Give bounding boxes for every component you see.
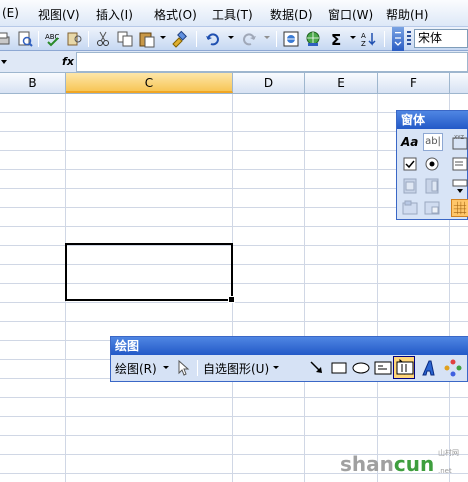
watermark-prefix: shan xyxy=(340,452,394,476)
drawing-toolbar-title[interactable]: 绘图 xyxy=(111,337,468,355)
list-box-icon[interactable] xyxy=(451,155,468,173)
menu-format[interactable]: 格式(O) xyxy=(154,6,197,23)
vertical-text-box-icon[interactable] xyxy=(395,358,415,378)
spelling-icon[interactable]: ABC xyxy=(44,30,62,48)
autosum-dropdown-icon[interactable] xyxy=(350,36,356,39)
format-painter-icon[interactable] xyxy=(170,30,188,48)
undo-dropdown-icon[interactable] xyxy=(228,36,234,39)
insert-function-icon[interactable]: fx xyxy=(60,52,76,72)
menu-bar: (E) 视图(V) 插入(I) 格式(O) 工具(T) 数据(D) 窗口(W) … xyxy=(0,0,468,27)
toolbar-separator xyxy=(276,31,277,47)
text-box-icon[interactable] xyxy=(373,358,393,378)
scroll-bar-icon xyxy=(403,178,417,194)
toolbar-separator xyxy=(38,31,39,47)
font-name-select[interactable]: 宋体 xyxy=(414,29,468,48)
research-globe-icon[interactable] xyxy=(304,30,322,48)
toolbar-separator xyxy=(384,31,385,47)
toolbar-grip-icon[interactable] xyxy=(407,31,411,47)
toolbar-separator xyxy=(197,360,198,376)
oval-icon[interactable] xyxy=(351,358,371,378)
toggle-grid-icon[interactable] xyxy=(451,199,468,217)
redo-dropdown-icon[interactable] xyxy=(264,36,270,39)
menu-data[interactable]: 数据(D) xyxy=(270,6,313,23)
menu-edit[interactable]: (E) xyxy=(2,6,19,20)
name-box-dropdown-icon[interactable] xyxy=(0,52,10,72)
autosum-icon[interactable]: Σ xyxy=(328,30,346,48)
cut-icon[interactable] xyxy=(94,30,112,48)
sort-ascending-icon[interactable]: AZ xyxy=(360,30,378,48)
edit-box-button[interactable]: ab| xyxy=(423,133,443,151)
draw-menu-dropdown-icon[interactable] xyxy=(163,366,169,369)
column-header-b[interactable]: B xyxy=(0,73,66,93)
rectangle-icon[interactable] xyxy=(329,358,349,378)
column-header-g[interactable] xyxy=(450,73,468,93)
menu-tools[interactable]: 工具(T) xyxy=(212,6,253,23)
site-watermark: shancun xyxy=(340,452,434,476)
option-button-icon[interactable] xyxy=(423,155,441,173)
column-header-d[interactable]: D xyxy=(233,73,305,93)
menu-help[interactable]: 帮助(H) xyxy=(386,6,428,23)
undo-icon[interactable] xyxy=(204,30,222,48)
toolbar-separator xyxy=(196,31,197,47)
menu-window[interactable]: 窗口(W) xyxy=(328,6,373,23)
forms-toolbar-title[interactable]: 窗体 xyxy=(397,111,468,129)
menu-insert[interactable]: 插入(I) xyxy=(96,6,133,23)
combo-box-icon[interactable] xyxy=(451,177,468,195)
copy-icon[interactable] xyxy=(116,30,134,48)
arrow-icon[interactable] xyxy=(307,358,327,378)
svg-text:Z: Z xyxy=(361,40,366,48)
watermark-subtitle: 山村网 xyxy=(438,449,459,457)
edit-code-icon xyxy=(424,201,440,215)
svg-text:A: A xyxy=(361,32,366,40)
control-properties-icon xyxy=(402,200,418,215)
column-headers: B C D E F xyxy=(0,73,468,94)
label-button[interactable]: Aa xyxy=(401,133,419,151)
print-icon[interactable] xyxy=(0,30,12,48)
svg-text:XYZ: XYZ xyxy=(454,135,464,141)
print-preview-icon[interactable] xyxy=(16,30,34,48)
diagram-icon[interactable] xyxy=(443,358,463,378)
paste-dropdown-icon[interactable] xyxy=(160,36,166,39)
drawing-toolbar: 绘图 绘图(R) 自选图形(U) xyxy=(110,336,468,382)
spinner-icon xyxy=(425,178,439,194)
formula-input[interactable] xyxy=(76,52,468,72)
watermark-suffix: cun xyxy=(393,452,435,476)
autoshapes-menu-button[interactable]: 自选图形(U) xyxy=(203,360,269,377)
menu-view[interactable]: 视图(V) xyxy=(38,6,80,23)
toolbar-separator xyxy=(88,31,89,47)
forms-toolbar: 窗体 Aa ab| XYZ xyxy=(396,110,468,220)
insert-hyperlink-icon[interactable] xyxy=(282,30,300,48)
svg-text:Σ: Σ xyxy=(331,31,341,48)
research-icon[interactable] xyxy=(66,30,84,48)
wordart-icon[interactable] xyxy=(419,358,439,378)
watermark-domain: .net xyxy=(438,467,452,475)
select-objects-icon[interactable] xyxy=(173,358,193,378)
paste-icon[interactable] xyxy=(138,30,156,48)
group-box-icon[interactable]: XYZ xyxy=(451,133,468,151)
column-header-f[interactable]: F xyxy=(378,73,450,93)
toolbar-options-chevron-icon[interactable] xyxy=(392,27,404,51)
redo-icon[interactable] xyxy=(240,30,258,48)
selected-cell[interactable] xyxy=(65,243,235,303)
autoshapes-dropdown-icon[interactable] xyxy=(273,366,279,369)
column-header-c[interactable]: C xyxy=(66,73,233,93)
column-header-e[interactable]: E xyxy=(305,73,378,93)
draw-menu-button[interactable]: 绘图(R) xyxy=(115,360,157,377)
checkbox-icon[interactable] xyxy=(401,155,419,173)
